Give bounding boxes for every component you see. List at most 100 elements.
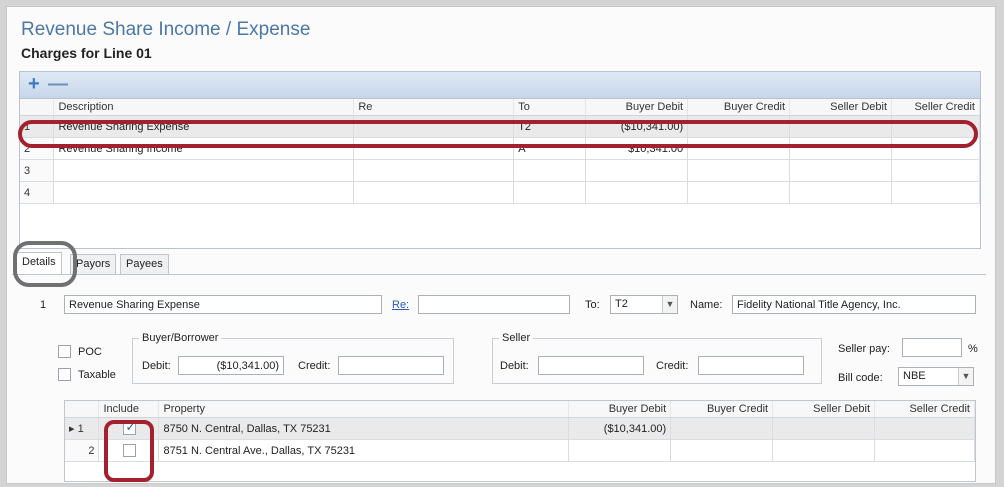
cell-buyer-credit[interactable] (687, 115, 791, 138)
charges-grid: + — Description Re To Buyer Debit Buyer … (19, 71, 981, 249)
poc-checkbox[interactable] (58, 345, 71, 358)
chevron-down-icon[interactable]: ▼ (662, 296, 677, 313)
remove-row-button[interactable]: — (48, 74, 68, 94)
seller-pay-label: Seller pay: (838, 343, 890, 355)
tab-payors[interactable]: Payors (70, 254, 117, 274)
col-header-to[interactable]: To (513, 99, 587, 116)
col-header-seller-credit[interactable]: Seller Credit (891, 99, 980, 116)
include-checkbox[interactable] (123, 420, 137, 435)
col-header-seller-credit[interactable]: Seller Credit (874, 401, 975, 418)
cell-buyer-debit[interactable]: $10,341.00 (585, 137, 689, 160)
cell-description[interactable] (53, 181, 355, 204)
poc-label: POC (78, 346, 102, 358)
cell-description[interactable]: Revenue Sharing Expense (53, 115, 355, 138)
cell-seller-debit[interactable] (789, 137, 892, 160)
cell-seller-credit[interactable] (874, 439, 975, 462)
charges-row[interactable]: 4 (20, 181, 980, 204)
re-input[interactable] (418, 295, 570, 314)
charges-row[interactable]: 3 (20, 159, 980, 182)
seller-debit-input[interactable] (538, 356, 644, 375)
cell-seller-credit[interactable] (891, 137, 980, 160)
col-header-re[interactable]: Re (353, 99, 515, 116)
row-number: 4 (20, 181, 55, 204)
cell-description[interactable]: Revenue Sharing Income (53, 137, 355, 160)
page-subtitle: Charges for Line 01 (21, 45, 152, 61)
taxable-label: Taxable (78, 369, 116, 381)
to-dropdown[interactable]: T2 ▼ (610, 295, 678, 314)
buyer-borrower-legend: Buyer/Borrower (142, 332, 219, 344)
cell-buyer-debit[interactable] (585, 159, 689, 182)
cell-description[interactable] (53, 159, 355, 182)
cell-seller-debit[interactable] (789, 115, 892, 138)
col-header-description[interactable]: Description (53, 99, 355, 116)
col-header-buyer-debit[interactable]: Buyer Debit (585, 99, 689, 116)
col-header-include[interactable]: Include (98, 401, 160, 418)
to-dropdown-value: T2 (615, 298, 628, 310)
chevron-down-icon[interactable]: ▼ (958, 368, 973, 385)
property-header-row: Include Property Buyer Debit Buyer Credi… (65, 401, 975, 418)
row-number: 2 (88, 444, 95, 457)
taxable-checkbox[interactable] (58, 368, 71, 381)
cell-seller-credit[interactable] (891, 181, 980, 204)
name-input[interactable] (732, 295, 976, 314)
tab-payees[interactable]: Payees (120, 254, 169, 274)
col-header-seller-debit[interactable]: Seller Debit (789, 99, 892, 116)
description-input[interactable] (64, 295, 382, 314)
cell-seller-debit[interactable] (772, 417, 876, 440)
cell-buyer-debit[interactable] (585, 181, 689, 204)
cell-re[interactable] (353, 137, 515, 160)
name-label: Name: (690, 299, 723, 311)
row-indicator: 2 (65, 439, 100, 462)
cell-re[interactable] (353, 181, 515, 204)
cell-seller-credit[interactable] (874, 417, 975, 440)
cell-property[interactable]: 8750 N. Central, Dallas, TX 75231 (158, 417, 570, 440)
cell-seller-credit[interactable] (891, 159, 980, 182)
col-header-rownum (65, 401, 100, 418)
cell-seller-debit[interactable] (789, 159, 892, 182)
charges-row[interactable]: 1 Revenue Sharing Expense T2 ($10,341.00… (20, 115, 980, 138)
cell-buyer-credit[interactable] (670, 439, 774, 462)
cell-buyer-credit[interactable] (670, 417, 774, 440)
cell-to[interactable]: T2 (513, 115, 587, 138)
cell-buyer-debit[interactable]: ($10,341.00) (568, 417, 672, 440)
col-header-buyer-credit[interactable]: Buyer Credit (670, 401, 774, 418)
col-header-property[interactable]: Property (158, 401, 570, 418)
cell-property[interactable]: 8751 N. Central Ave., Dallas, TX 75231 (158, 439, 570, 462)
cell-include (98, 439, 160, 462)
to-label: To: (585, 299, 600, 311)
cell-to[interactable]: A (513, 137, 587, 160)
cell-buyer-credit[interactable] (687, 159, 791, 182)
cell-seller-debit[interactable] (772, 439, 876, 462)
cell-to[interactable] (513, 159, 587, 182)
row-marker-icon: ▸ (69, 423, 75, 435)
col-header-seller-debit[interactable]: Seller Debit (772, 401, 876, 418)
cell-re[interactable] (353, 115, 515, 138)
cell-buyer-credit[interactable] (687, 137, 791, 160)
cell-buyer-debit[interactable] (568, 439, 672, 462)
detail-line-number: 1 (40, 299, 47, 311)
col-header-buyer-debit[interactable]: Buyer Debit (568, 401, 672, 418)
percent-label: % (968, 343, 978, 355)
bill-code-dropdown[interactable]: NBE ▼ (898, 367, 974, 386)
cell-to[interactable] (513, 181, 587, 204)
include-checkbox[interactable] (123, 444, 137, 457)
add-row-button[interactable]: + (28, 74, 40, 94)
buyer-credit-input[interactable] (338, 356, 444, 375)
buyer-credit-label: Credit: (298, 360, 331, 372)
tab-details[interactable]: Details (16, 252, 62, 274)
cell-include (98, 417, 160, 440)
re-link[interactable]: Re: (392, 299, 409, 311)
property-row[interactable]: ▸ 1 8750 N. Central, Dallas, TX 75231 ($… (65, 417, 975, 440)
cell-buyer-debit[interactable]: ($10,341.00) (585, 115, 689, 138)
cell-re[interactable] (353, 159, 515, 182)
seller-credit-input[interactable] (698, 356, 804, 375)
cell-buyer-credit[interactable] (687, 181, 791, 204)
col-header-buyer-credit[interactable]: Buyer Credit (687, 99, 791, 116)
property-row[interactable]: 2 8751 N. Central Ave., Dallas, TX 75231 (65, 439, 975, 462)
cell-seller-credit[interactable] (891, 115, 980, 138)
cell-seller-debit[interactable] (789, 181, 892, 204)
charges-row[interactable]: 2 Revenue Sharing Income A $10,341.00 (20, 137, 980, 160)
buyer-debit-input[interactable] (178, 356, 284, 375)
seller-pay-input[interactable] (902, 338, 962, 357)
bill-code-label: Bill code: (838, 372, 883, 384)
